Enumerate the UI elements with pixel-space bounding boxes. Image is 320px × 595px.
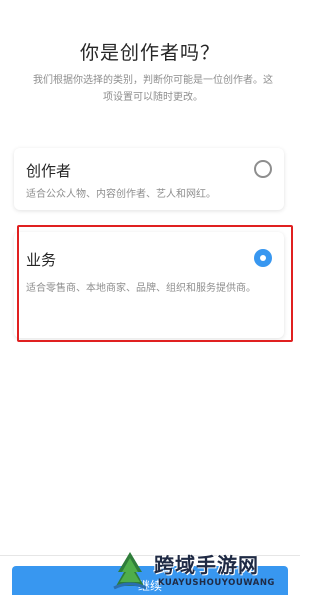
highlight-annotation-box <box>17 225 293 342</box>
option-creator-card[interactable]: 创作者 适合公众人物、内容创作者、艺人和网红。 <box>14 148 284 210</box>
watermark-text-cn: 跨域手游网 <box>154 553 259 577</box>
watermark: 跨域手游网 KUAYUSHOUYOUWANG <box>104 546 298 595</box>
watermark-logo-icon <box>113 552 147 590</box>
watermark-text-en: KUAYUSHOUYOUWANG <box>158 578 275 588</box>
page-subtitle: 我们根据你选择的类别，判断你可能是一位创作者。这项设置可以随时更改。 <box>33 75 273 103</box>
option-creator-title: 创作者 <box>26 162 72 180</box>
option-creator-radio[interactable] <box>254 160 272 178</box>
option-creator-description: 适合公众人物、内容创作者、艺人和网红。 <box>26 189 216 200</box>
page-title: 你是创作者吗？ <box>79 42 220 64</box>
